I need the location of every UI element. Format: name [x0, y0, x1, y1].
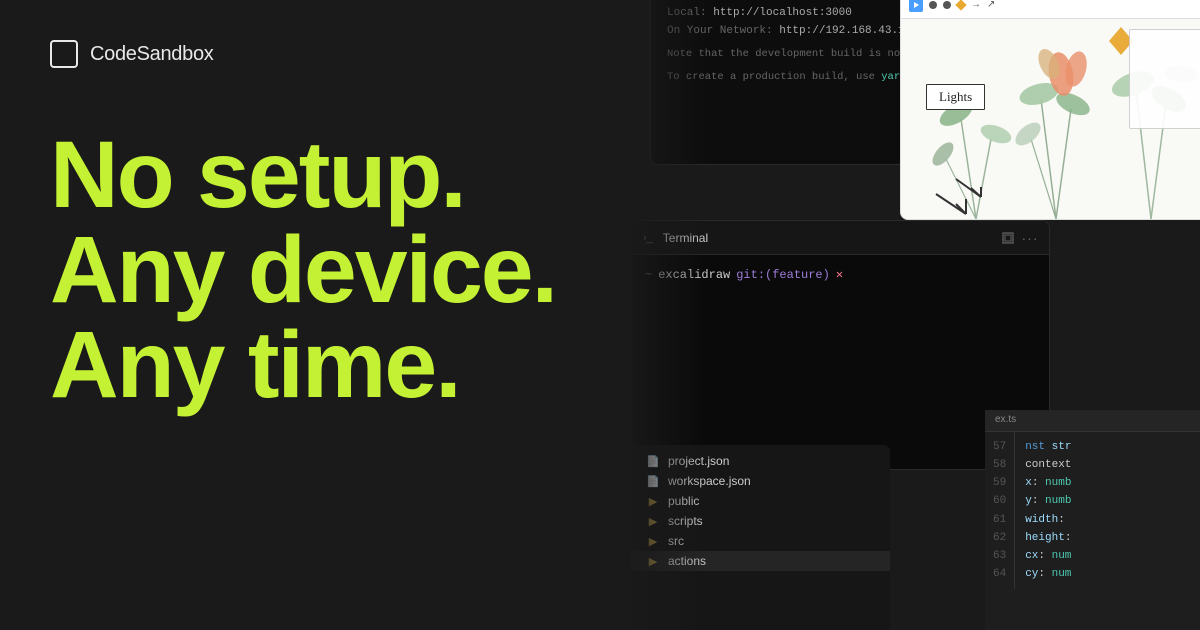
file-icon: 📄: [646, 474, 660, 488]
drawing-canvas[interactable]: Lights: [901, 19, 1200, 219]
file-item-workspace-json[interactable]: 📄 workspace.json: [630, 471, 890, 491]
hero-line3: Any time.: [50, 318, 570, 413]
terminal-directory: excalidraw: [658, 268, 730, 282]
drawing-toolbar: → ↗: [901, 0, 1200, 19]
file-item-src[interactable]: ▶ src: [630, 531, 890, 551]
right-section: Local: http://localhost:3000 On Your Net…: [620, 0, 1200, 630]
file-icon: 📄: [646, 454, 660, 468]
file-tree: 📄 project.json 📄 workspace.json ▶ public…: [630, 445, 890, 577]
file-item-scripts[interactable]: ▶ scripts: [630, 511, 890, 531]
code-line-58: context: [1025, 456, 1071, 474]
code-filename: ex.ts: [985, 410, 1200, 432]
logo-icon: [50, 40, 78, 68]
drawing-window: → ↗: [900, 0, 1200, 220]
terminal-titlebar: ›_ Terminal ···: [631, 221, 1049, 255]
code-panel: ex.ts 57 58 59 60 61 62 63 64 nst str co…: [985, 410, 1200, 630]
toolbar-arrow-icon: →: [971, 0, 981, 10]
file-item-actions[interactable]: ▶ actions: [630, 551, 890, 571]
file-explorer-panel: 📄 project.json 📄 workspace.json ▶ public…: [630, 445, 890, 630]
folder-icon: ▶: [646, 514, 660, 528]
folder-icon: ▶: [646, 554, 660, 568]
lights-label-box: Lights: [926, 84, 985, 110]
code-line-59: x: numb: [1025, 474, 1071, 492]
hero-line1: No setup.: [50, 128, 570, 223]
terminal-body: ~ excalidraw git:(feature) ✕: [631, 255, 1049, 294]
toolbar-arrow2-icon: ↗: [987, 0, 995, 10]
toolbar-dot2: [943, 1, 951, 9]
toolbar-diamond-icon: [955, 0, 966, 10]
terminal-actions: ···: [1001, 231, 1037, 245]
terminal-expand-btn[interactable]: [1001, 231, 1015, 245]
file-item-project-json[interactable]: 📄 project.json: [630, 451, 890, 471]
code-line-57: nst str: [1025, 438, 1071, 456]
terminal-prompt-line: ~ excalidraw git:(feature) ✕: [645, 267, 1035, 282]
terminal-git-branch: git:(feature): [736, 268, 830, 282]
file-item-public[interactable]: ▶ public: [630, 491, 890, 511]
white-card: [1129, 29, 1200, 129]
terminal-git-x: ✕: [836, 267, 843, 282]
code-text: nst str context x: numb y: numb width: h…: [1015, 432, 1081, 589]
play-icon[interactable]: [909, 0, 923, 12]
logo-text: CodeSandbox: [90, 43, 213, 66]
line-numbers: 57 58 59 60 61 62 63 64: [985, 432, 1015, 589]
left-section: CodeSandbox No setup. Any device. Any ti…: [0, 0, 620, 630]
hero-line2: Any device.: [50, 223, 570, 318]
code-line-64: cy: num: [1025, 565, 1071, 583]
code-line-60: y: numb: [1025, 492, 1071, 510]
code-line-62: height:: [1025, 529, 1071, 547]
code-lines-area: 57 58 59 60 61 62 63 64 nst str context …: [985, 432, 1200, 589]
terminal-title: Terminal: [663, 231, 993, 245]
code-line-63: cx: num: [1025, 547, 1071, 565]
folder-icon: ▶: [646, 494, 660, 508]
folder-icon: ▶: [646, 534, 660, 548]
terminal-prompt-icon: ›_: [643, 232, 653, 244]
toolbar-dot1: [929, 1, 937, 9]
code-line-61: width:: [1025, 511, 1071, 529]
hero-headline: No setup. Any device. Any time.: [50, 128, 570, 413]
actions-label: actions: [668, 554, 706, 568]
terminal-more-btn[interactable]: ···: [1023, 231, 1037, 245]
logo-area: CodeSandbox: [50, 40, 570, 68]
